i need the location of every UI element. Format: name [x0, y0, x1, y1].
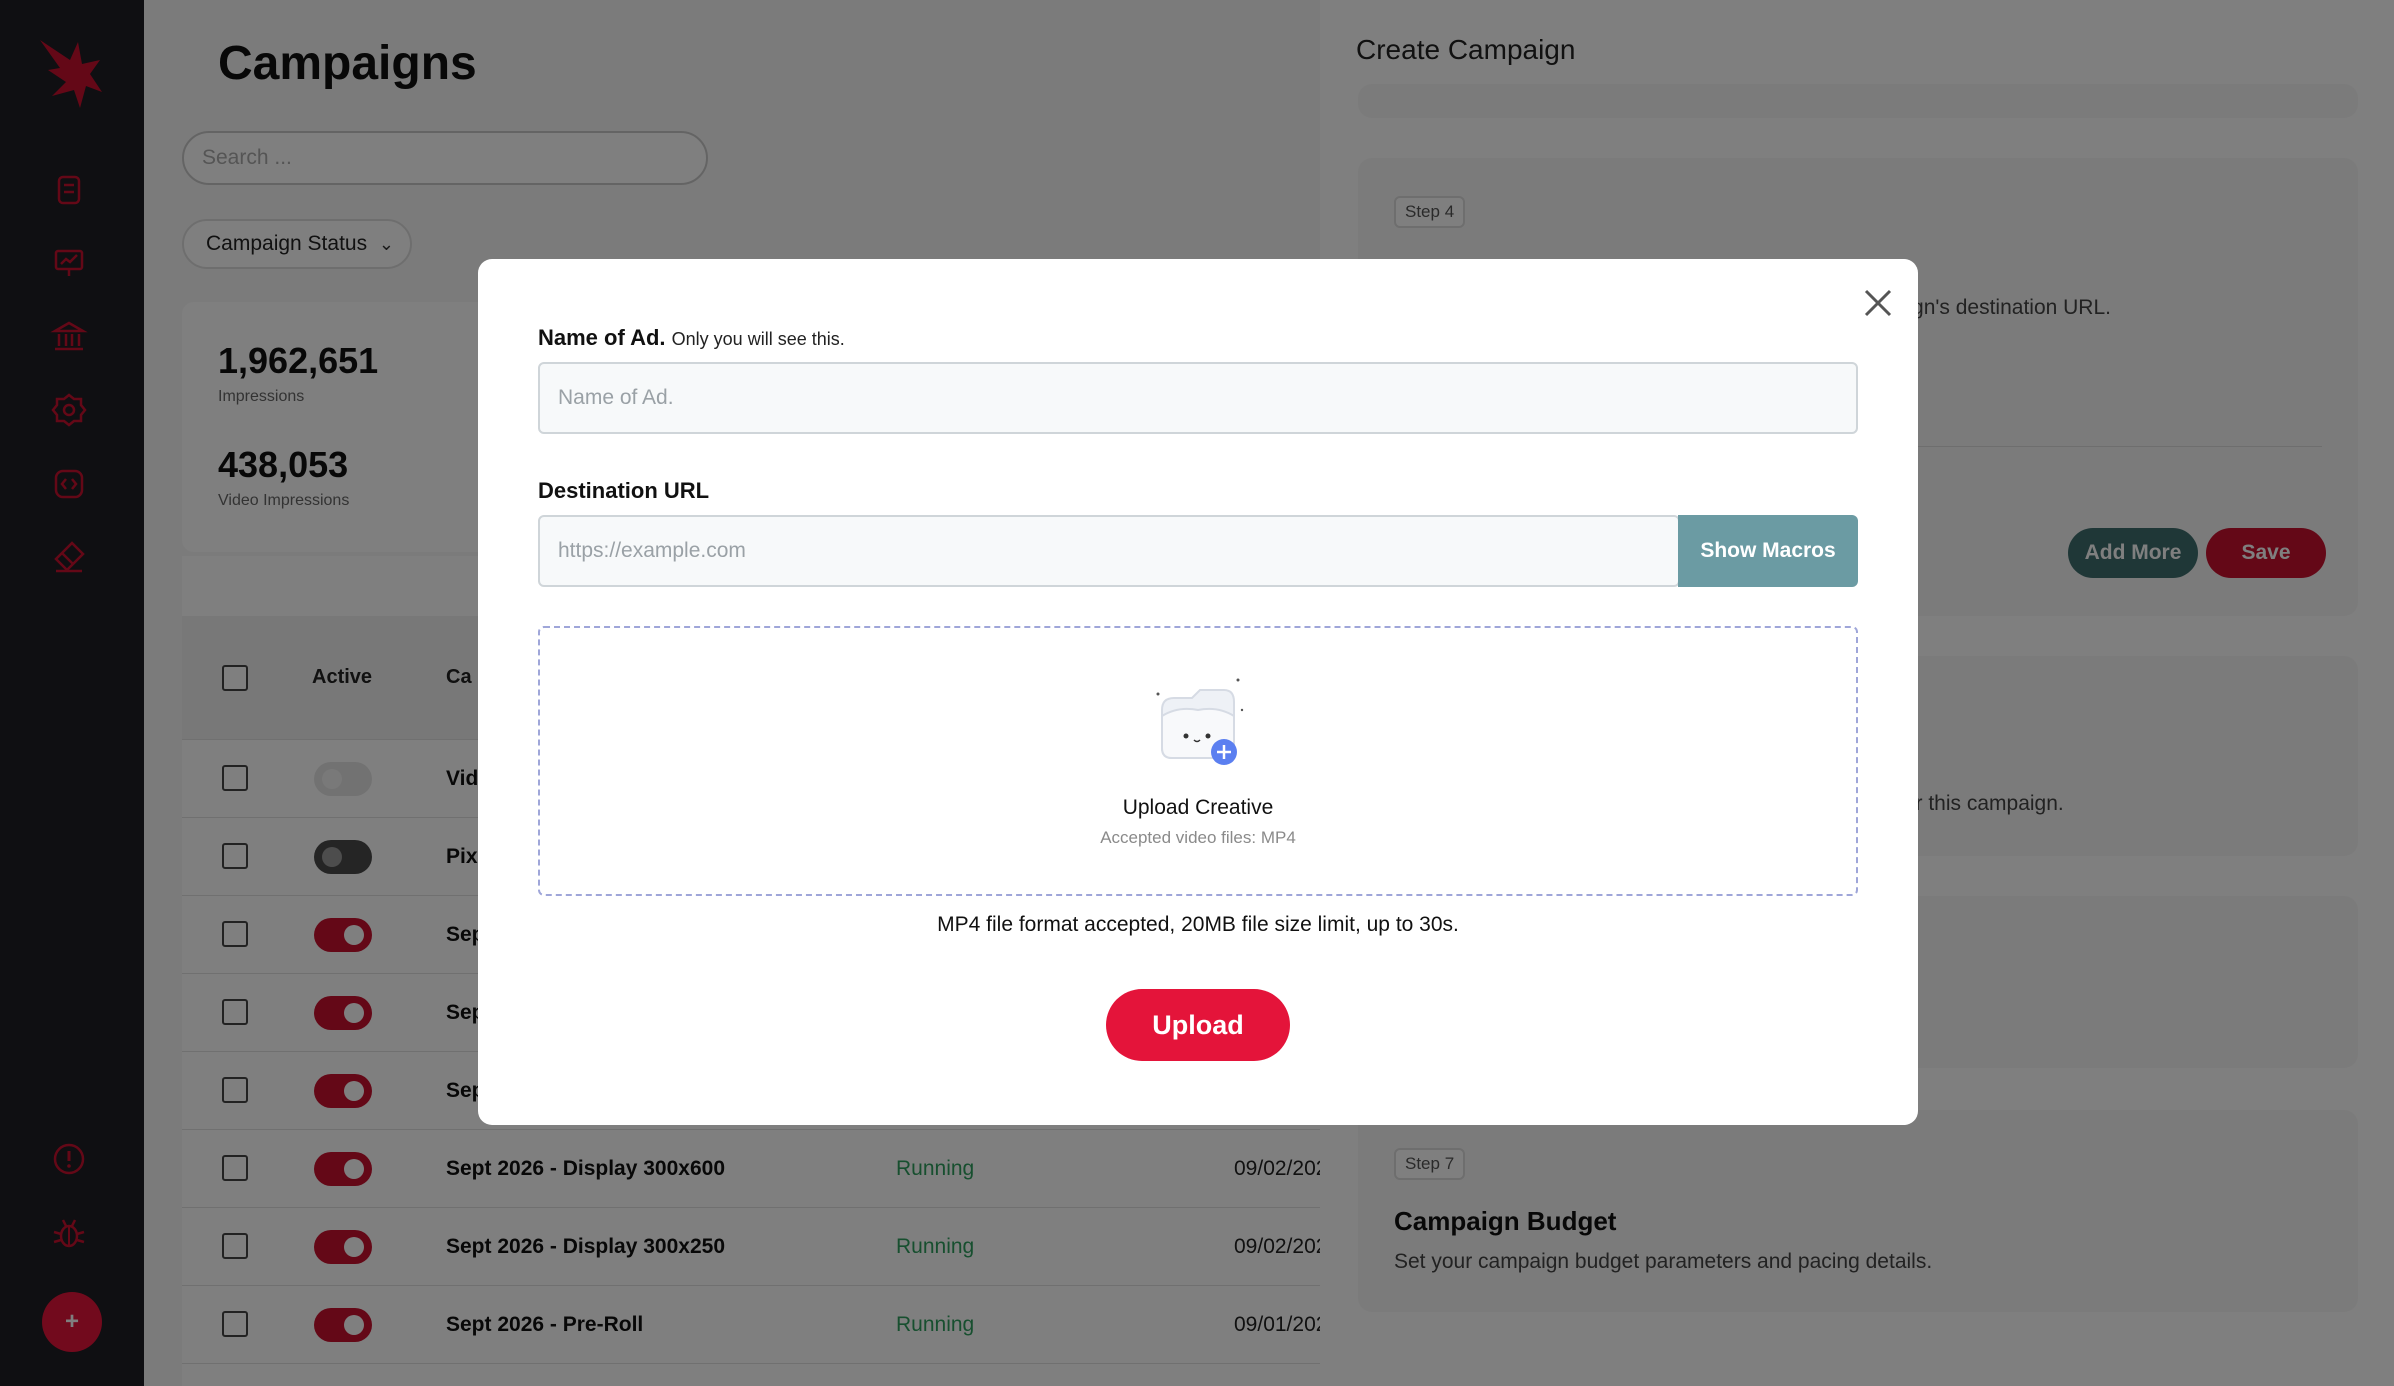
ad-name-input[interactable]: Name of Ad.: [538, 362, 1858, 434]
ad-name-label-text: Name of Ad.: [538, 325, 666, 350]
destination-url-input[interactable]: https://example.com: [538, 515, 1680, 587]
ad-name-hint: Only you will see this.: [671, 329, 845, 349]
upload-accepted-files: Accepted video files: MP4: [1100, 828, 1296, 847]
close-icon[interactable]: [1858, 283, 1898, 323]
destination-url-label-text: Destination URL: [538, 478, 710, 503]
upload-requirements-note: MP4 file format accepted, 20MB file size…: [937, 913, 1459, 936]
ad-name-label: Name of Ad. Only you will see this.: [538, 325, 845, 351]
folder-upload-icon: [1148, 670, 1248, 770]
show-macros-button[interactable]: Show Macros: [1678, 515, 1858, 587]
upload-ad-modal: Name of Ad. Only you will see this. Name…: [478, 259, 1918, 1125]
upload-button[interactable]: Upload: [1106, 989, 1290, 1061]
upload-dropzone[interactable]: Upload Creative Accepted video files: MP…: [538, 626, 1858, 896]
destination-url-label: Destination URL: [538, 478, 709, 504]
upload-creative-title: Upload Creative: [1122, 796, 1274, 819]
